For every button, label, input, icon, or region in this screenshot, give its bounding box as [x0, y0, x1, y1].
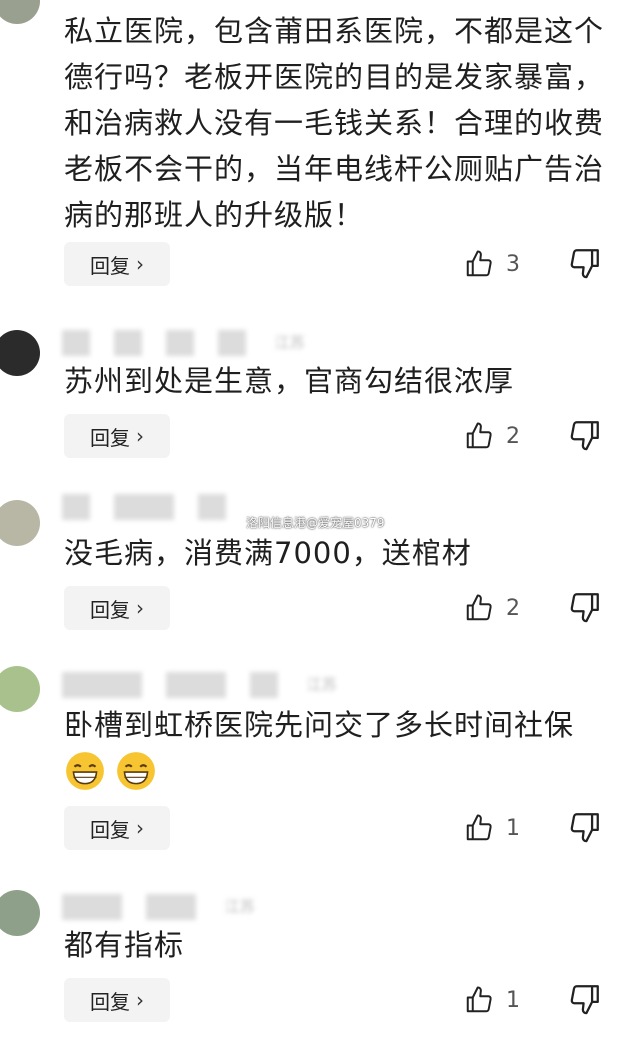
user-meta — [62, 494, 250, 520]
chevron-right-icon: › — [136, 424, 144, 448]
reply-label: 回复 — [90, 989, 130, 1014]
thumbs-up-icon — [466, 986, 492, 1013]
location-label: 江苏 — [306, 675, 337, 694]
user-meta: 江苏 — [62, 672, 337, 698]
user-meta: 江苏 — [62, 330, 305, 356]
emoji-row — [64, 750, 161, 792]
thumbs-down-icon[interactable] — [568, 418, 602, 452]
user-meta: 江苏 — [62, 894, 255, 920]
avatar[interactable] — [0, 666, 40, 712]
avatar[interactable] — [0, 0, 40, 24]
thumbs-up-icon — [466, 814, 492, 841]
thumbs-down-icon[interactable] — [568, 810, 602, 844]
chevron-right-icon: › — [136, 816, 144, 840]
thumbs-down-icon[interactable] — [568, 246, 602, 280]
like-count: 2 — [506, 423, 520, 449]
reply-label: 回复 — [90, 597, 130, 622]
like-button[interactable]: 3 — [464, 242, 520, 286]
location-label: 江苏 — [274, 333, 305, 352]
comment-text: 都有指标 — [64, 928, 185, 962]
reply-label: 回复 — [90, 817, 130, 842]
avatar[interactable] — [0, 330, 40, 376]
reply-button[interactable]: 回复 › — [64, 806, 170, 850]
like-count: 1 — [506, 815, 520, 841]
grinning-face-emoji — [66, 752, 104, 790]
chevron-right-icon: › — [136, 596, 144, 620]
reply-button[interactable]: 回复 › — [64, 586, 170, 630]
reply-label: 回复 — [90, 425, 130, 450]
like-button[interactable]: 1 — [464, 978, 520, 1022]
thumbs-down-icon[interactable] — [568, 982, 602, 1016]
comment-text: 私立医院，包含莆田系医院，不都是这个德行吗？老板开医院的目的是发家暴富，和治病救… — [64, 14, 605, 232]
thumbs-up-icon — [466, 250, 492, 277]
comment-text: 苏州到处是生意，官商勾结很浓厚 — [64, 364, 515, 398]
like-button[interactable]: 2 — [464, 414, 520, 458]
watermark: 洛阳信息港@爱宠屋0379 — [246, 516, 385, 530]
reply-label: 回复 — [90, 253, 130, 278]
like-count: 3 — [506, 251, 520, 277]
reply-button[interactable]: 回复 › — [64, 978, 170, 1022]
like-button[interactable]: 1 — [464, 806, 520, 850]
like-button[interactable]: 2 — [464, 586, 520, 630]
reply-button[interactable]: 回复 › — [64, 414, 170, 458]
like-count: 1 — [506, 987, 520, 1013]
thumbs-up-icon — [466, 422, 492, 449]
avatar[interactable] — [0, 500, 40, 546]
reply-button[interactable]: 回复 › — [64, 242, 170, 286]
grinning-face-emoji — [117, 752, 155, 790]
location-label: 江苏 — [224, 897, 255, 916]
comment-text: 没毛病，消费满7000，送棺材 — [64, 536, 472, 570]
thumbs-up-icon — [466, 594, 492, 621]
thumbs-down-icon[interactable] — [568, 590, 602, 624]
chevron-right-icon: › — [136, 252, 144, 276]
avatar[interactable] — [0, 890, 40, 936]
like-count: 2 — [506, 595, 520, 621]
chevron-right-icon: › — [136, 988, 144, 1012]
comment-text: 卧槽到虹桥医院先问交了多长时间社保 — [64, 708, 575, 742]
